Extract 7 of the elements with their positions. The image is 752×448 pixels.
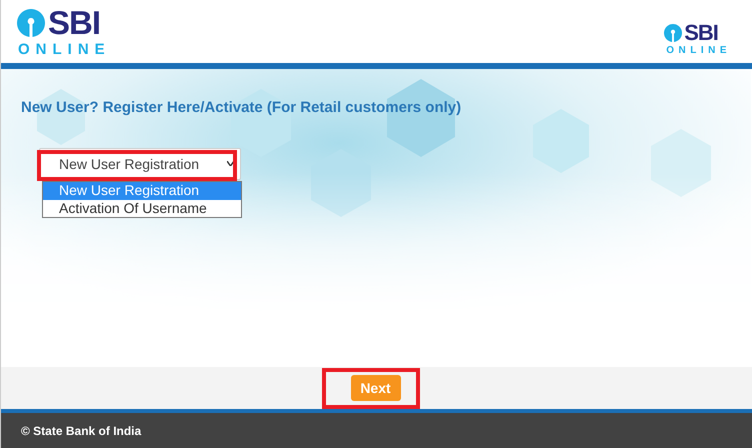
logo-text: SBI bbox=[48, 6, 100, 39]
logo-text: SBI bbox=[684, 22, 718, 44]
page-heading: New User? Register Here/Activate (For Retail customers only) bbox=[21, 99, 462, 116]
logo-tagline: ONLINE bbox=[18, 42, 111, 57]
copyright-text: © State Bank of India bbox=[21, 424, 142, 438]
dropdown-option[interactable]: Activation Of Username bbox=[43, 200, 241, 217]
logo-tagline: ONLINE bbox=[666, 46, 731, 56]
